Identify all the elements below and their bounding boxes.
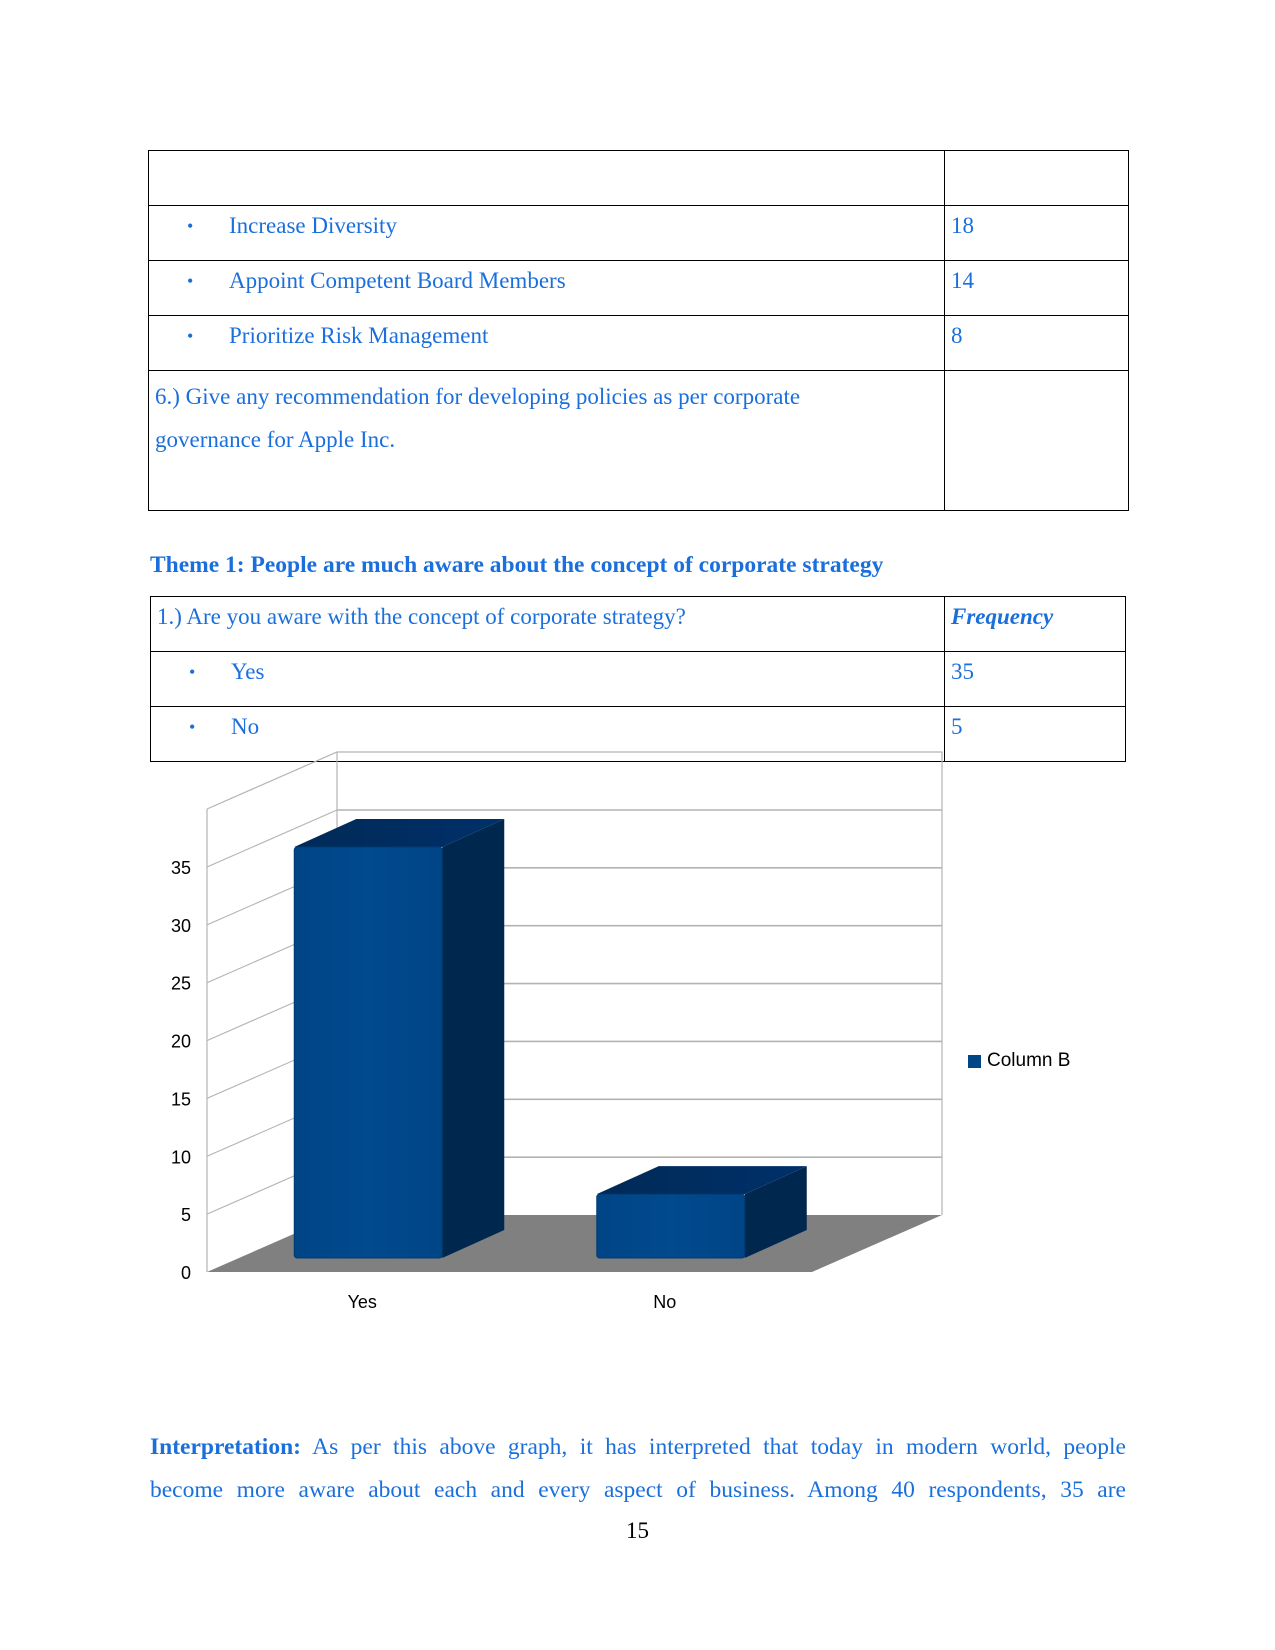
y-tick-label: 5 (181, 1205, 191, 1225)
x-tick-label: No (653, 1292, 676, 1312)
bars (293, 819, 807, 1259)
y-axis: 0 5 10 15 20 25 30 35 (171, 858, 191, 1283)
chart-legend: Column B (968, 1050, 1070, 1072)
bar (596, 1166, 807, 1259)
x-axis: Yes No (348, 1292, 677, 1312)
bar-side (442, 819, 505, 1258)
y-tick-label: 20 (171, 1032, 191, 1052)
x-tick-label: Yes (348, 1292, 377, 1312)
y-tick-label: 15 (171, 1089, 191, 1109)
y-tick-label: 35 (171, 858, 191, 878)
bar-front (596, 1193, 746, 1259)
legend-swatch (968, 1054, 981, 1068)
bar-front (293, 846, 443, 1259)
y-tick-label: 10 (171, 1147, 191, 1167)
interpretation-label: Interpretation: (150, 1434, 301, 1460)
interpretation-paragraph: Interpretation: As per this above graph,… (150, 1426, 1126, 1512)
bar (293, 819, 505, 1259)
interpretation-text: As per this above graph, it has interpre… (312, 1434, 1126, 1460)
y-tick-label: 25 (171, 974, 191, 994)
legend-label: Column B (987, 1050, 1071, 1071)
y-tick-label: 0 (181, 1263, 191, 1283)
y-tick-label: 30 (171, 916, 191, 936)
page-number: 15 (626, 1518, 649, 1543)
interpretation-text: become more aware about each and every a… (150, 1477, 1126, 1503)
bar-chart: 0 5 10 15 20 25 30 35 Yes No (171, 751, 943, 1312)
